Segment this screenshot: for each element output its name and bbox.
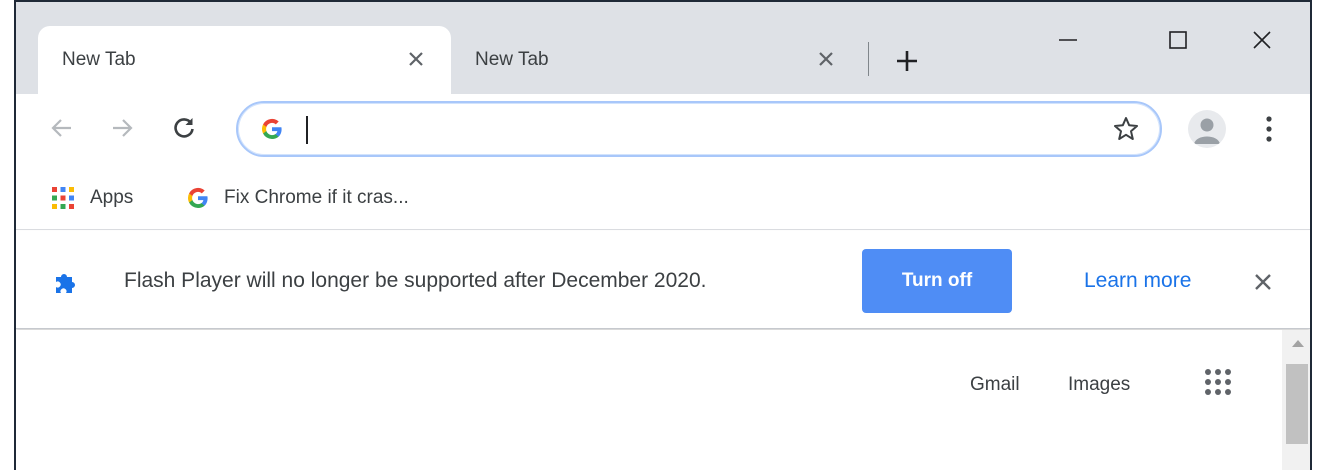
puzzle-icon — [56, 274, 75, 293]
turn-off-button[interactable]: Turn off — [862, 249, 1012, 313]
browser-window: New Tab New Tab Apps Fix Chrome if it cr… — [14, 0, 1312, 470]
bookmark-apps[interactable]: Apps — [50, 182, 133, 214]
vertical-scrollbar[interactable] — [1282, 330, 1310, 470]
bookmark-star-icon[interactable] — [1112, 115, 1140, 143]
reload-icon — [174, 118, 194, 138]
apps-grid-icon — [52, 187, 74, 209]
address-bar[interactable] — [236, 101, 1162, 157]
new-tab-page: Gmail Images — [16, 330, 1310, 470]
maximize-icon — [1169, 31, 1187, 49]
minimize-icon — [1059, 39, 1077, 41]
google-g-icon — [261, 118, 282, 140]
tab-separator — [868, 42, 869, 76]
profile-avatar-button[interactable] — [1188, 110, 1226, 148]
back-button[interactable] — [42, 108, 82, 148]
close-window-button[interactable] — [1242, 20, 1282, 60]
gmail-link[interactable]: Gmail — [970, 374, 1020, 396]
tab-title: New Tab — [475, 49, 549, 70]
forward-button[interactable] — [102, 108, 142, 148]
bookmark-label: Fix Chrome if it cras... — [224, 187, 409, 208]
avatar-icon — [1194, 118, 1220, 144]
close-icon[interactable] — [405, 48, 427, 70]
close-icon[interactable] — [1252, 271, 1274, 293]
bookmarks-bar: Apps Fix Chrome if it cras... — [16, 168, 1310, 230]
google-g-icon — [187, 187, 208, 209]
text-caret — [306, 116, 308, 144]
flash-infobar: Flash Player will no longer be supported… — [16, 231, 1310, 329]
google-apps-icon[interactable] — [1200, 364, 1236, 400]
tab-new-tab-active[interactable]: New Tab — [38, 26, 451, 94]
tab-strip: New Tab New Tab — [16, 2, 1310, 94]
bookmark-label: Apps — [90, 187, 134, 208]
close-icon — [1253, 31, 1271, 49]
scroll-thumb[interactable] — [1286, 364, 1308, 444]
back-arrow-icon — [51, 119, 71, 137]
scroll-up-arrow-icon[interactable] — [1292, 340, 1304, 347]
new-tab-button[interactable] — [894, 48, 920, 74]
infobar-message: Flash Player will no longer be supported… — [124, 269, 707, 292]
images-link[interactable]: Images — [1068, 374, 1130, 396]
bookmark-fix-chrome[interactable]: Fix Chrome if it cras... — [186, 182, 409, 214]
toolbar — [16, 94, 1310, 168]
tab-title: New Tab — [62, 49, 136, 70]
reload-button[interactable] — [164, 108, 204, 148]
maximize-button[interactable] — [1158, 20, 1198, 60]
close-icon[interactable] — [815, 48, 837, 70]
forward-arrow-icon — [113, 119, 133, 137]
more-menu-icon[interactable] — [1254, 110, 1284, 148]
tab-new-tab[interactable]: New Tab — [451, 26, 861, 94]
learn-more-link[interactable]: Learn more — [1084, 269, 1191, 293]
minimize-button[interactable] — [1048, 20, 1088, 60]
